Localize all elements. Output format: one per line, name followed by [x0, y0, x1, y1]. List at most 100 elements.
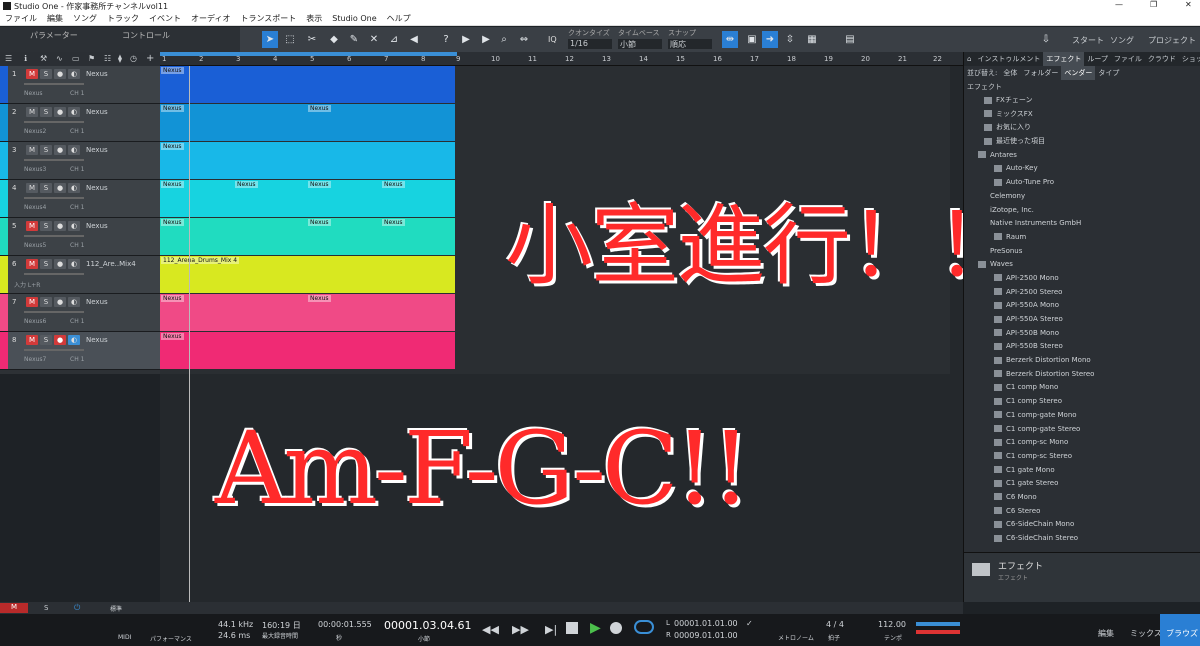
- solo-button[interactable]: S: [40, 183, 52, 193]
- volume-fader[interactable]: [24, 197, 84, 199]
- loop-end[interactable]: 00009.01.01.00: [674, 631, 738, 640]
- channel-select[interactable]: CH 1: [70, 204, 84, 211]
- range-tool-icon[interactable]: ⬚: [282, 31, 298, 48]
- bend-tool-icon[interactable]: ⊿: [386, 31, 402, 48]
- track-8[interactable]: 8 M S ● ◐ Nexus Nexus7 CH 1: [0, 332, 160, 370]
- clip[interactable]: 112_Arena_Drums_Mix 4: [160, 256, 455, 293]
- channel-select[interactable]: CH 1: [70, 318, 84, 325]
- menu-view[interactable]: 表示: [301, 13, 327, 25]
- autoscroll-icon[interactable]: ▣: [744, 31, 760, 48]
- channel-select[interactable]: CH 1: [70, 90, 84, 97]
- browse-button[interactable]: ブラウズ: [1160, 614, 1200, 646]
- tab-effects[interactable]: エフェクト: [1043, 52, 1085, 66]
- solo-button[interactable]: S: [40, 335, 52, 345]
- menu-edit[interactable]: 編集: [42, 13, 68, 25]
- channel-select[interactable]: CH 1: [70, 242, 84, 249]
- list-item[interactable]: C1 gate Stereo: [964, 477, 1190, 491]
- list-item[interactable]: C1 comp-sc Stereo: [964, 450, 1190, 464]
- timeline-ruler[interactable]: 1 2 3 4 5 6 7 8 9 10 11 12 13 14 15 16 1…: [160, 52, 963, 66]
- mute-button[interactable]: M: [26, 335, 38, 345]
- record-button[interactable]: ●: [54, 259, 66, 269]
- clip[interactable]: Nexus Nexus: [160, 104, 455, 141]
- follow-icon[interactable]: ➜: [762, 31, 778, 48]
- list-item[interactable]: ミックスFX: [964, 108, 1190, 122]
- channel-select[interactable]: CH 1: [70, 128, 84, 135]
- list-item[interactable]: 最近使った項目: [964, 135, 1190, 149]
- list-item[interactable]: C6-SideChain Stereo: [964, 532, 1190, 546]
- mute-button[interactable]: M: [26, 69, 38, 79]
- tab-files[interactable]: ファイル: [1111, 52, 1145, 66]
- list-item[interactable]: API-2500 Stereo: [964, 286, 1190, 300]
- mute-button[interactable]: M: [26, 297, 38, 307]
- list-item[interactable]: C6 Stereo: [964, 505, 1190, 519]
- maximize-icon[interactable]: ❐: [1150, 0, 1157, 9]
- record-button[interactable]: ●: [54, 297, 66, 307]
- home-icon[interactable]: ⌂: [964, 52, 974, 66]
- track-name[interactable]: Nexus: [86, 146, 108, 154]
- track-list-icon[interactable]: ▤: [842, 31, 858, 48]
- time-display[interactable]: 00:00:01.555: [318, 620, 372, 629]
- sort-folder[interactable]: フォルダー: [1020, 66, 1061, 80]
- solo-button[interactable]: S: [40, 107, 52, 117]
- song-button[interactable]: ソング: [1110, 35, 1134, 46]
- list-item[interactable]: API-2500 Mono: [964, 272, 1190, 286]
- menu-song[interactable]: ソング: [68, 13, 102, 25]
- automation-icon[interactable]: ∿: [56, 54, 63, 63]
- list-item[interactable]: C1 comp-gate Stereo: [964, 423, 1190, 437]
- clip[interactable]: Nexus Nexus Nexus Nexus: [160, 180, 455, 217]
- bars-display[interactable]: 00001.03.04.61: [384, 619, 471, 632]
- menu-audio[interactable]: オーディオ: [186, 13, 235, 25]
- list-item[interactable]: API-550A Mono: [964, 299, 1190, 313]
- tab-shop[interactable]: ショップ: [1179, 52, 1200, 66]
- iq-label[interactable]: IQ: [548, 35, 557, 44]
- volume-fader[interactable]: [24, 235, 84, 237]
- solo-button[interactable]: S: [40, 259, 52, 269]
- ripple-icon[interactable]: ⇳: [782, 31, 798, 48]
- volume-fader[interactable]: [24, 349, 84, 351]
- instrument-select[interactable]: Nexus3: [24, 166, 46, 173]
- list-item[interactable]: C1 gate Mono: [964, 464, 1190, 478]
- track-zoom-icon[interactable]: ⇔: [516, 31, 532, 48]
- list-item[interactable]: FXチェーン: [964, 94, 1190, 108]
- mute-button[interactable]: M: [26, 221, 38, 231]
- list-item[interactable]: C1 comp Mono: [964, 381, 1190, 395]
- list-item[interactable]: C1 comp Stereo: [964, 395, 1190, 409]
- list-item[interactable]: Celemony: [964, 190, 1190, 204]
- instrument-select[interactable]: Nexus4: [24, 204, 46, 211]
- list-item[interactable]: Berzerk Distortion Stereo: [964, 368, 1190, 382]
- sort-vendor[interactable]: ベンダー: [1061, 66, 1096, 80]
- monitor-button[interactable]: ◐: [68, 145, 80, 155]
- track-7[interactable]: 7 M S ● ◐ Nexus Nexus6 CH 1: [0, 294, 160, 332]
- list-item[interactable]: iZotope, Inc.: [964, 204, 1190, 218]
- solo-button[interactable]: S: [40, 221, 52, 231]
- list-item[interactable]: API-550B Stereo: [964, 340, 1190, 354]
- loop-start[interactable]: 00001.01.01.00: [674, 619, 738, 628]
- stop-icon[interactable]: [566, 622, 578, 634]
- click-icon[interactable]: ✓: [746, 619, 753, 628]
- list-item[interactable]: Raum: [964, 231, 1190, 245]
- clock-icon[interactable]: ◷: [130, 54, 137, 63]
- record-button[interactable]: ●: [54, 107, 66, 117]
- record-button[interactable]: ●: [54, 69, 66, 79]
- folder-icon[interactable]: ▭: [72, 54, 80, 63]
- tab-loops[interactable]: ループ: [1084, 52, 1111, 66]
- grid-icon[interactable]: ▦: [804, 31, 820, 48]
- record-button[interactable]: ●: [54, 335, 66, 345]
- split-tool-icon[interactable]: ✂: [304, 31, 320, 48]
- global-solo-button[interactable]: S: [44, 604, 48, 612]
- clip[interactable]: Nexus: [160, 142, 455, 179]
- list-item[interactable]: Auto-Key: [964, 162, 1190, 176]
- clip[interactable]: Nexus: [160, 332, 455, 369]
- quantize-select[interactable]: 1/16: [568, 39, 612, 49]
- record-button[interactable]: ●: [54, 183, 66, 193]
- track-4[interactable]: 4 M S ● ◐ Nexus Nexus4 CH 1: [0, 180, 160, 218]
- monitor-button[interactable]: ◐: [68, 69, 80, 79]
- track-2[interactable]: 2 M S ● ◐ Nexus Nexus2 CH 1: [0, 104, 160, 142]
- close-icon[interactable]: ✕: [1185, 0, 1192, 9]
- sort-type[interactable]: タイプ: [1095, 66, 1122, 80]
- monitor-button[interactable]: ◐: [68, 297, 80, 307]
- fast-forward-icon[interactable]: ▶▶: [512, 623, 529, 636]
- record-icon[interactable]: [610, 622, 622, 634]
- track-name[interactable]: Nexus: [86, 70, 108, 78]
- track-6[interactable]: 6 M S ● ◐ 112_Are..Mix4 入力 L+R: [0, 256, 160, 294]
